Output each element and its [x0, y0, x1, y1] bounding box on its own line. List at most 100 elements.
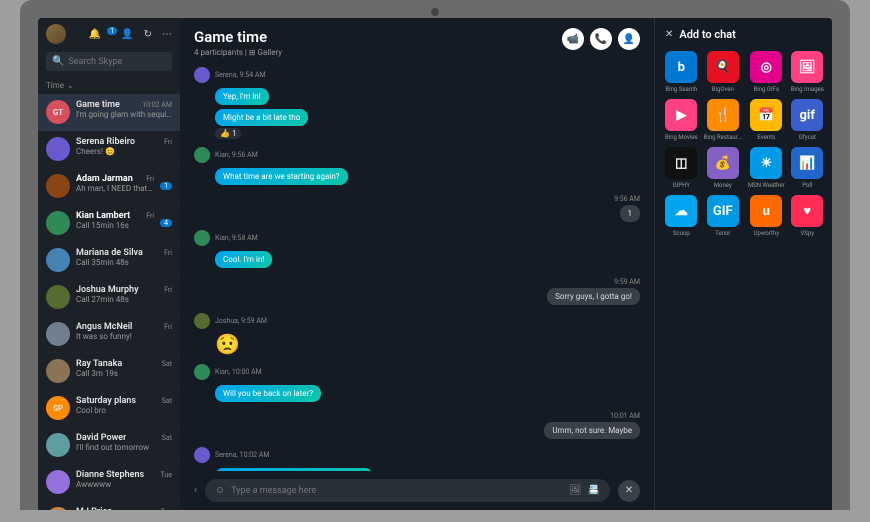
conv-time: Sat — [162, 397, 172, 405]
addon-tile[interactable]: 🍳BigOven — [704, 51, 742, 93]
chat-subtitle[interactable]: 4 participants | ⊞ Gallery — [194, 48, 282, 57]
conversation-item[interactable]: SP Saturday plansSat Cool bro — [38, 390, 180, 427]
avatar — [194, 147, 210, 163]
conv-name: Saturday plans — [76, 396, 136, 406]
conv-time: Fri — [164, 323, 172, 331]
addon-tile[interactable]: 🖼Bing Images — [791, 51, 824, 93]
conv-name: David Power — [76, 433, 126, 443]
avatar: GT — [46, 100, 70, 124]
outgoing-message: 9:59 AMSorry guys, I gotta go! — [194, 278, 640, 305]
addon-tile[interactable]: 💰Money — [704, 147, 742, 189]
conv-preview: Call 15min 16s — [76, 221, 154, 230]
back-icon[interactable]: ‹ — [194, 485, 197, 496]
conv-preview: I'm going glam with sequins. — [76, 110, 172, 119]
addon-icon: ◎ — [750, 51, 782, 83]
addon-label: MSN Weather — [748, 182, 785, 189]
msg-time: 10:01 AM — [194, 412, 640, 420]
emoji-icon[interactable]: ☺ — [215, 485, 225, 496]
avatar — [46, 137, 70, 161]
video-call-button[interactable]: 📹 — [562, 28, 584, 50]
audio-call-button[interactable]: 📞 — [590, 28, 612, 50]
close-icon[interactable]: ✕ — [665, 29, 673, 40]
user-avatar[interactable] — [46, 24, 66, 44]
addon-tile[interactable]: uUpworthy — [748, 195, 785, 237]
conversation-item[interactable]: Dianne StephensTue Awwwww — [38, 464, 180, 501]
addon-icon: GIF — [707, 195, 739, 227]
addon-tile[interactable]: bBing Search — [665, 51, 698, 93]
search-input[interactable] — [68, 57, 182, 67]
reaction-count[interactable]: 👍 1 — [215, 128, 241, 139]
addon-tile[interactable]: ◫GIPHY — [665, 147, 698, 189]
conversation-list: GT Game time10:02 AM I'm going glam with… — [38, 94, 180, 510]
compose-box[interactable]: ☺ 🖼 📇 — [205, 479, 610, 502]
addon-label: GIPHY — [665, 182, 698, 189]
addons-panel: ✕ Add to chat bBing Search🍳BigOven◎Bing … — [654, 18, 832, 510]
conversation-item[interactable]: Adam JarmanFri Ah man, I NEED that game!… — [38, 168, 180, 205]
conv-time: Fri — [164, 138, 172, 146]
addon-icon: 🖼 — [791, 51, 823, 83]
chat-main: Game time 4 participants | ⊞ Gallery 📹 📞… — [180, 18, 654, 510]
addon-tile[interactable]: GIFTenor — [704, 195, 742, 237]
contacts-icon[interactable]: 👤 — [121, 29, 133, 40]
avatar — [46, 248, 70, 272]
conversation-item[interactable]: Joshua MurphyFri Call 27min 48s — [38, 279, 180, 316]
addon-tile[interactable]: 🍴Bing Restaur... — [704, 99, 742, 141]
message-input[interactable] — [231, 486, 563, 496]
addon-tile[interactable]: 📅Events — [748, 99, 785, 141]
msg-bubble: Cool. I'm in! — [215, 251, 272, 268]
avatar — [46, 470, 70, 494]
addon-icon: ▶ — [665, 99, 697, 131]
addon-icon: gif — [791, 99, 823, 131]
conversation-item[interactable]: Angus McNeilFri It was so funny! — [38, 316, 180, 353]
addon-icon: ♥ — [791, 195, 823, 227]
chevron-down-icon: ⌄ — [67, 81, 74, 90]
conv-time: Sat — [162, 360, 172, 368]
conversation-item[interactable]: Kian LambertFri Call 15min 16s 4 — [38, 205, 180, 242]
conversation-item[interactable]: GT Game time10:02 AM I'm going glam with… — [38, 94, 180, 131]
card-icon[interactable]: 📇 — [588, 485, 600, 496]
conversation-item[interactable]: David PowerSat I'll find out tomorrow — [38, 427, 180, 464]
addon-icon: 📊 — [791, 147, 823, 179]
conv-preview: Cool bro — [76, 406, 172, 415]
addon-tile[interactable]: 📊Poll — [791, 147, 824, 189]
conversation-item[interactable]: Serena RibeiroFri Cheers! 😊 — [38, 131, 180, 168]
add-person-button[interactable]: 👤 — [618, 28, 640, 50]
addon-tile[interactable]: ▶Bing Movies — [665, 99, 698, 141]
conv-preview: Call 35min 48s — [76, 258, 172, 267]
message-list: Serena, 9:54 AMYep, I'm in!Might be a bi… — [180, 63, 654, 471]
time-filter[interactable]: Time ⌄ — [38, 77, 180, 94]
conv-name: Adam Jarman — [76, 174, 133, 184]
msg-meta: Joshua, 9:59 AM — [215, 317, 267, 325]
addon-label: Upworthy — [748, 230, 785, 237]
chat-header: Game time 4 participants | ⊞ Gallery 📹 📞… — [180, 18, 654, 63]
avatar — [194, 230, 210, 246]
attachment-icon[interactable]: 🖼 — [569, 485, 582, 496]
conversation-item[interactable]: MJ PriceTue Hellooooo — [38, 501, 180, 510]
avatar — [194, 313, 210, 329]
conv-preview: Call 27min 48s — [76, 295, 172, 304]
conversation-item[interactable]: Mariana de SilvaFri Call 35min 48s — [38, 242, 180, 279]
addon-tile[interactable]: ☁Scoop — [665, 195, 698, 237]
avatar — [46, 211, 70, 235]
avatar — [46, 322, 70, 346]
conv-time: Fri — [164, 249, 172, 257]
addon-tile[interactable]: gifGfycat — [791, 99, 824, 141]
conv-name: Game time — [76, 100, 120, 110]
msg-time: 9:56 AM — [194, 195, 640, 203]
conversation-item[interactable]: Ray TanakaSat Call 3m 19s — [38, 353, 180, 390]
notifications-icon[interactable]: 🔔1 — [89, 29, 111, 40]
addon-icon: 📅 — [750, 99, 782, 131]
avatar — [46, 359, 70, 383]
search-box[interactable]: 🔍 — [46, 52, 172, 71]
addon-tile[interactable]: ◎Bing GIFs — [748, 51, 785, 93]
addon-label: Scoop — [665, 230, 698, 237]
refresh-icon[interactable]: ↻ — [144, 29, 152, 40]
addon-tile[interactable]: ♥VSpy — [791, 195, 824, 237]
more-icon[interactable]: ⋯ — [162, 29, 172, 40]
incoming-message: Serena, 10:02 AMMe too soz. Josh, I'll c… — [194, 447, 640, 471]
search-icon: 🔍 — [52, 56, 64, 67]
addon-tile[interactable]: ☀MSN Weather — [748, 147, 785, 189]
msg-meta: Kian, 9:56 AM — [215, 151, 258, 159]
close-addons-button[interactable]: ✕ — [618, 480, 640, 502]
msg-meta: Kian, 10:00 AM — [215, 368, 262, 376]
